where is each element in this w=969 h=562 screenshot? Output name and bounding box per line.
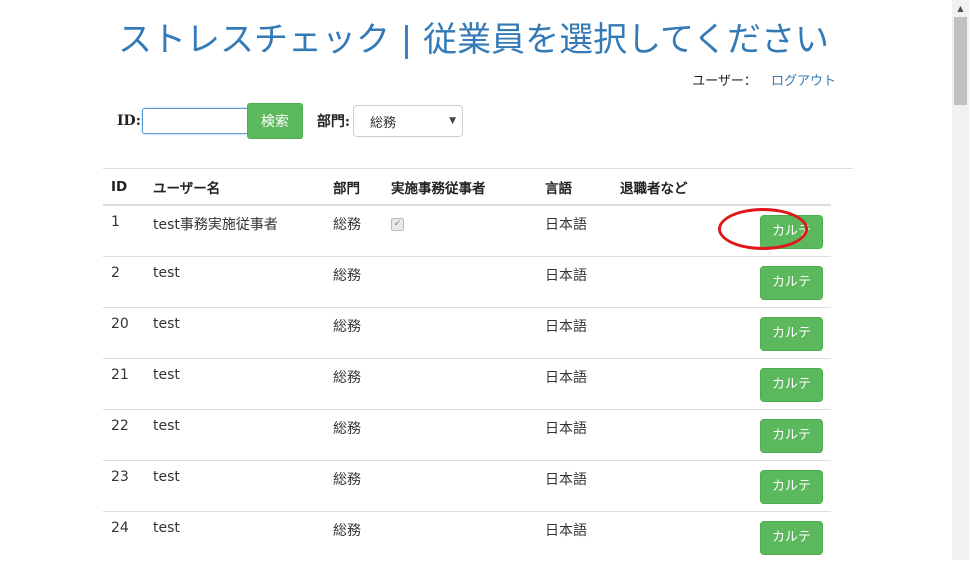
cell-username: test	[145, 408, 325, 460]
cell-action: カルテ	[712, 255, 831, 307]
col-header-id: ID	[103, 169, 145, 206]
dropdown-arrow-icon: ▼	[449, 116, 457, 126]
cell-dept: 総務	[325, 510, 383, 562]
karte-button[interactable]: カルテ	[760, 367, 823, 402]
cell-language: 日本語	[537, 408, 612, 460]
cell-username: test	[145, 357, 325, 409]
cell-retired	[612, 510, 712, 562]
cell-action: カルテ	[712, 357, 831, 409]
karte-button[interactable]: カルテ	[760, 520, 823, 555]
karte-button[interactable]: カルテ	[760, 316, 823, 351]
scrollbar-thumb[interactable]	[954, 17, 967, 105]
cell-username: test	[145, 255, 325, 307]
karte-button[interactable]: カルテ	[760, 469, 823, 504]
cell-username: test	[145, 459, 325, 511]
col-header-language: 言語	[537, 169, 612, 206]
col-header-action	[712, 169, 831, 206]
cell-staff	[383, 459, 537, 511]
users-table: ID ユーザー名 部門 実施事務従事者 言語 退職者など 1 test事務実施従事…	[103, 169, 831, 562]
cell-language: 日本語	[545, 217, 587, 233]
karte-button[interactable]: カルテ	[760, 418, 823, 453]
cell-action: カルテ	[712, 459, 831, 511]
user-bar: ユーザー： ログアウト	[692, 70, 836, 89]
page-title: ストレスチェック | 従業員を選択してください	[118, 20, 830, 60]
table-row: 20 test 総務 日本語 カルテ	[103, 306, 831, 358]
cell-dept: 総務	[325, 255, 383, 307]
user-label: ユーザー：	[692, 74, 757, 89]
cell-language: 日本語	[537, 306, 612, 358]
cell-retired	[612, 459, 712, 511]
cell-username: test	[145, 306, 325, 358]
logout-link[interactable]: ログアウト	[771, 74, 836, 89]
karte-button[interactable]: カルテ	[760, 215, 823, 249]
table-row: 21 test 総務 日本語 カルテ	[103, 357, 831, 409]
cell-staff	[383, 255, 537, 307]
cell-action: カルテ	[712, 306, 831, 358]
cell-retired	[612, 408, 712, 460]
table-row: 1 test事務実施従事者 総務 ✓ 日本語 カルテ	[103, 205, 831, 256]
staff-checkbox[interactable]: ✓	[391, 218, 404, 231]
cell-language: 日本語	[537, 510, 612, 562]
scroll-up-icon[interactable]: ▲	[952, 0, 969, 17]
cell-staff	[383, 306, 537, 358]
cell-action: カルテ	[712, 510, 831, 562]
scrollbar[interactable]: ▲	[952, 0, 969, 560]
dept-label: 部門:	[316, 114, 351, 130]
cell-dept: 総務	[325, 408, 383, 460]
search-form: ID: 検索 部門: 総務 ▼	[117, 103, 464, 139]
col-header-staff: 実施事務従事者	[383, 169, 537, 206]
cell-staff: ✓	[383, 205, 537, 256]
cell-language: 日本語	[537, 255, 612, 307]
dept-select[interactable]: 総務 ▼	[353, 105, 464, 137]
col-header-dept: 部門	[325, 169, 383, 206]
table-header-row: ID ユーザー名 部門 実施事務従事者 言語 退職者など	[103, 169, 831, 206]
cell-staff	[383, 357, 537, 409]
cell-id: 2	[103, 255, 145, 307]
cell-staff	[383, 408, 537, 460]
cell-staff	[383, 510, 537, 562]
cell-dept: 総務	[333, 217, 361, 233]
cell-retired	[612, 255, 712, 307]
cell-id: 23	[103, 459, 145, 511]
cell-action: カルテ	[712, 205, 831, 256]
cell-action: カルテ	[712, 408, 831, 460]
cell-id: 21	[103, 357, 145, 409]
cell-retired	[612, 306, 712, 358]
cell-dept: 総務	[325, 459, 383, 511]
cell-retired	[612, 357, 712, 409]
cell-retired	[612, 205, 712, 256]
cell-dept: 総務	[325, 306, 383, 358]
cell-language: 日本語	[537, 357, 612, 409]
cell-dept: 総務	[325, 357, 383, 409]
cell-language: 日本語	[537, 459, 612, 511]
dept-select-value: 総務	[370, 115, 397, 131]
cell-username: test	[145, 510, 325, 562]
cell-username: test事務実施従事者	[153, 217, 278, 233]
id-search-input[interactable]	[141, 108, 248, 134]
col-header-retired: 退職者など	[612, 169, 712, 206]
col-header-username: ユーザー名	[145, 169, 325, 206]
table-row: 23 test 総務 日本語 カルテ	[103, 459, 831, 511]
cell-id: 22	[103, 408, 145, 460]
table-row: 2 test 総務 日本語 カルテ	[103, 255, 831, 307]
cell-id: 20	[103, 306, 145, 358]
table-row: 24 test 総務 日本語 カルテ	[103, 510, 831, 562]
table-row: 22 test 総務 日本語 カルテ	[103, 408, 831, 460]
search-button[interactable]: 検索	[246, 103, 303, 139]
karte-button[interactable]: カルテ	[760, 265, 823, 300]
cell-id: 24	[103, 510, 145, 562]
id-label: ID:	[117, 113, 141, 129]
cell-id: 1	[111, 214, 120, 230]
